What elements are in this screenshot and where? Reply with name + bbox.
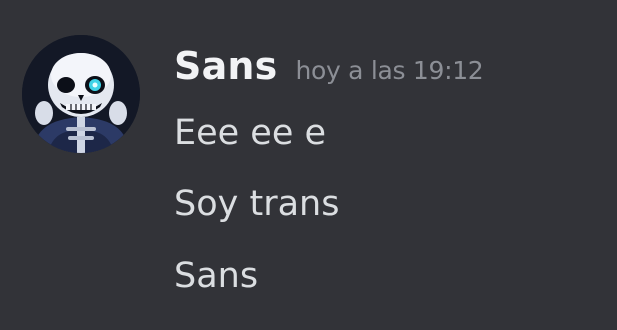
message-line: Eee ee e xyxy=(174,113,327,153)
skeleton-avatar-icon xyxy=(22,35,140,153)
message-line: Soy trans xyxy=(174,184,340,224)
chat-message: Sans hoy a las 19:12 Eee ee e Soy trans … xyxy=(0,0,617,330)
username[interactable]: Sans xyxy=(174,44,277,88)
message-header: Sans hoy a las 19:12 xyxy=(174,44,484,94)
message-line: Sans xyxy=(174,256,259,296)
avatar[interactable] xyxy=(22,35,140,153)
timestamp: hoy a las 19:12 xyxy=(295,56,484,85)
